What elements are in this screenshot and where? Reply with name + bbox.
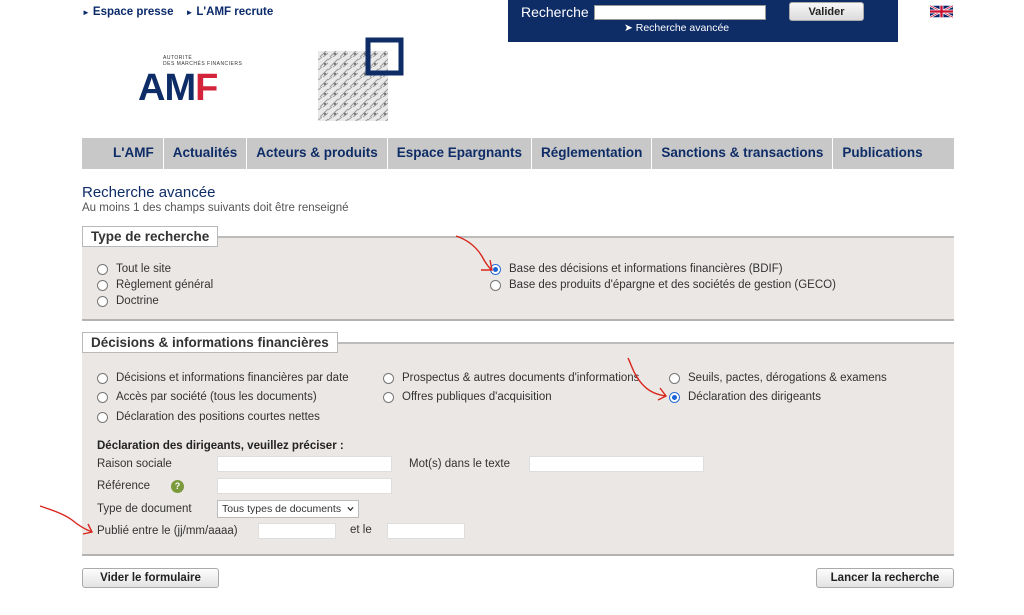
arrow-icon: ➤: [624, 22, 633, 34]
uk-flag-icon[interactable]: [930, 4, 953, 19]
reference-input[interactable]: [217, 478, 392, 494]
header-search: Recherche Valider ➤ Recherche avancée: [508, 0, 898, 42]
publie-entre-label: Publié entre le (jj/mm/aaaa): [97, 525, 238, 537]
nav-item-reglementation[interactable]: Réglementation: [531, 138, 651, 169]
radio-geco[interactable]: Base des produits d'épargne et des socié…: [490, 279, 836, 291]
logo-wordmark: AMF: [138, 67, 218, 110]
date-from-input[interactable]: [258, 523, 336, 539]
radio-label: Offres publiques d'acquisition: [402, 391, 552, 403]
page-title: Recherche avancée: [82, 184, 216, 201]
nav-item-sanctions-transactions[interactable]: Sanctions & transactions: [651, 138, 832, 169]
radio-positions-courtes[interactable]: Déclaration des positions courtes nettes: [97, 411, 320, 423]
mots-texte-label: Mot(s) dans le texte: [409, 458, 510, 470]
radio-label: Tout le site: [116, 263, 171, 275]
radio-label: Déclaration des positions courtes nettes: [116, 411, 320, 423]
radio-prospectus[interactable]: Prospectus & autres documents d'informat…: [383, 372, 639, 384]
radio-label: Accès par société (tous les documents): [116, 391, 317, 403]
radio-indicator: [97, 372, 108, 384]
page-subtitle: Au moins 1 des champs suivants doit être…: [82, 202, 349, 214]
radio-indicator: [97, 279, 108, 291]
radio-indicator: [97, 391, 108, 403]
radio-indicator: [97, 263, 108, 275]
radio-decisions-par-date[interactable]: Décisions et informations financières pa…: [97, 372, 349, 384]
radio-acces-par-societe[interactable]: Accès par société (tous les documents): [97, 391, 317, 403]
amf-recrute-label: L'AMF recrute: [196, 6, 274, 18]
logo-letter-a: A: [138, 67, 165, 109]
radio-label: Base des décisions et informations finan…: [509, 263, 783, 275]
nav-item-espace-epargnants[interactable]: Espace Epargnants: [386, 138, 531, 169]
type-document-select[interactable]: Tous types de documents: [217, 500, 359, 518]
logo-letter-m: M: [164, 67, 196, 109]
decisions-panel: Décisions & informations financières Déc…: [82, 332, 954, 556]
amf-recrute-link[interactable]: ► L'AMF recrute: [185, 6, 273, 18]
radio-indicator: [97, 295, 108, 307]
radio-label: Prospectus & autres documents d'informat…: [402, 372, 640, 384]
espace-presse-link[interactable]: ► Espace presse: [82, 6, 173, 18]
annotation-arrow-bdif: [455, 235, 493, 271]
radio-indicator: [383, 391, 394, 403]
nav-item-actualites[interactable]: Actualités: [162, 138, 247, 169]
espace-presse-label: Espace presse: [92, 6, 174, 18]
radio-label: Base des produits d'épargne et des socié…: [509, 279, 836, 291]
radio-label: Déclaration des dirigeants: [688, 391, 821, 403]
search-input[interactable]: [594, 5, 766, 20]
type-document-value: Tous types de documents: [222, 503, 342, 515]
main-nav: L'AMF Actualités Acteurs & produits Espa…: [82, 138, 954, 169]
radio-indicator: [97, 411, 108, 423]
triangle-bullet-icon: ►: [185, 7, 194, 17]
annotation-arrow-dirigeants: [627, 357, 668, 401]
search-submit-button[interactable]: Valider: [789, 2, 864, 21]
advanced-search-label: Recherche avancée: [635, 22, 730, 34]
type-document-label: Type de document: [97, 503, 192, 515]
decisions-legend: Décisions & informations financières: [82, 332, 338, 353]
triangle-bullet-icon: ►: [82, 7, 90, 17]
nav-item-acteurs-produits[interactable]: Acteurs & produits: [246, 138, 387, 169]
reference-label: Référence: [97, 480, 151, 492]
type-recherche-panel: Type de recherche Tout le site Règlement…: [82, 226, 954, 321]
decorative-graphic: [318, 37, 404, 121]
radio-label: Doctrine: [116, 295, 159, 307]
raison-sociale-label: Raison sociale: [97, 458, 172, 470]
et-le-label: et le: [350, 524, 372, 536]
raison-sociale-input[interactable]: [217, 456, 392, 472]
radio-declaration-dirigeants[interactable]: Déclaration des dirigeants: [669, 391, 821, 403]
form-heading: Déclaration des dirigeants, veuillez pré…: [97, 440, 344, 452]
radio-label: Décisions et informations financières pa…: [116, 372, 349, 384]
annotation-arrow-publie: [39, 505, 94, 535]
amf-logo[interactable]: AUTORITÉ DES MARCHÉS FINANCIERS AMF: [138, 55, 268, 111]
radio-indicator: [383, 372, 394, 384]
launch-search-button[interactable]: Lancer la recherche: [816, 568, 954, 588]
chevron-down-icon: [347, 506, 354, 512]
search-label: Recherche: [521, 4, 589, 20]
advanced-search-link[interactable]: ➤ Recherche avancée: [624, 22, 729, 34]
radio-label: Règlement général: [116, 279, 214, 291]
nav-item-publications[interactable]: Publications: [832, 138, 931, 169]
date-to-input[interactable]: [387, 523, 465, 539]
nav-item-amf[interactable]: L'AMF: [104, 138, 163, 169]
help-icon[interactable]: ?: [171, 480, 184, 493]
radio-label: Seuils, pactes, dérogations & examens: [688, 372, 887, 384]
logo-letter-f: F: [195, 67, 218, 109]
radio-bdif[interactable]: Base des décisions et informations finan…: [490, 263, 783, 275]
radio-offres-publiques[interactable]: Offres publiques d'acquisition: [383, 391, 552, 403]
reset-form-button[interactable]: Vider le formulaire: [82, 568, 219, 588]
top-links: ► Espace presse ► L'AMF recrute: [82, 6, 273, 18]
radio-indicator: [490, 279, 501, 291]
radio-doctrine[interactable]: Doctrine: [97, 295, 159, 307]
radio-tout-le-site[interactable]: Tout le site: [97, 263, 171, 275]
logo-subtitle: AUTORITÉ DES MARCHÉS FINANCIERS: [163, 55, 242, 67]
radio-reglement-general[interactable]: Règlement général: [97, 279, 213, 291]
radio-seuils-pactes[interactable]: Seuils, pactes, dérogations & examens: [669, 372, 887, 384]
mots-texte-input[interactable]: [529, 456, 704, 472]
type-recherche-legend: Type de recherche: [82, 226, 219, 247]
